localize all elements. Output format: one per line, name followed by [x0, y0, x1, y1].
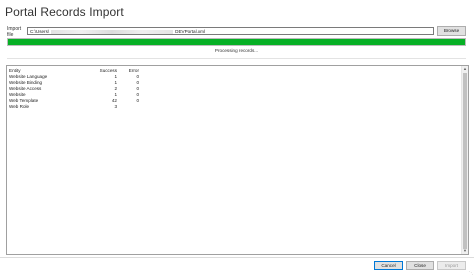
results-vertical-scrollbar[interactable]: ▲ ▼	[461, 66, 468, 254]
import-file-path-suffix: DEVPortal.xml	[175, 29, 206, 34]
portal-records-import-window: Portal Records Import Import file C:\Use…	[0, 0, 474, 276]
import-progress-bar	[7, 38, 466, 46]
redacted-path-segment	[51, 29, 174, 34]
import-file-input[interactable]: C:\Users\ DEVPortal.xml	[27, 27, 434, 35]
scrollbar-thumb[interactable]	[463, 73, 467, 249]
scroll-up-arrow-icon[interactable]: ▲	[462, 66, 468, 72]
window-title: Portal Records Import	[5, 5, 124, 19]
error-cell	[117, 104, 139, 110]
progress-bar-fill	[8, 39, 465, 45]
import-file-row: Import file	[7, 26, 27, 38]
success-cell: 3	[114, 104, 117, 109]
import-button[interactable]: Import	[437, 261, 466, 270]
scroll-down-arrow-icon[interactable]: ▼	[462, 248, 468, 254]
footer-divider	[0, 257, 474, 258]
table-row: Web Role 3	[9, 104, 139, 110]
results-panel[interactable]: Entity Success Error Website Language 1 …	[6, 65, 469, 255]
browse-button[interactable]: Browse	[437, 26, 466, 36]
import-file-path-prefix: C:\Users\	[30, 29, 50, 34]
close-button[interactable]: Close	[406, 261, 434, 270]
results-table: Entity Success Error Website Language 1 …	[9, 68, 139, 110]
entity-cell: Web Role	[9, 104, 30, 109]
resize-grip-icon[interactable]: ⋱	[469, 271, 473, 275]
progress-status-text: Processing records...	[214, 48, 259, 53]
status-divider	[7, 58, 466, 59]
cancel-button[interactable]: Cancel	[374, 261, 403, 270]
import-file-label: Import file	[7, 26, 22, 38]
